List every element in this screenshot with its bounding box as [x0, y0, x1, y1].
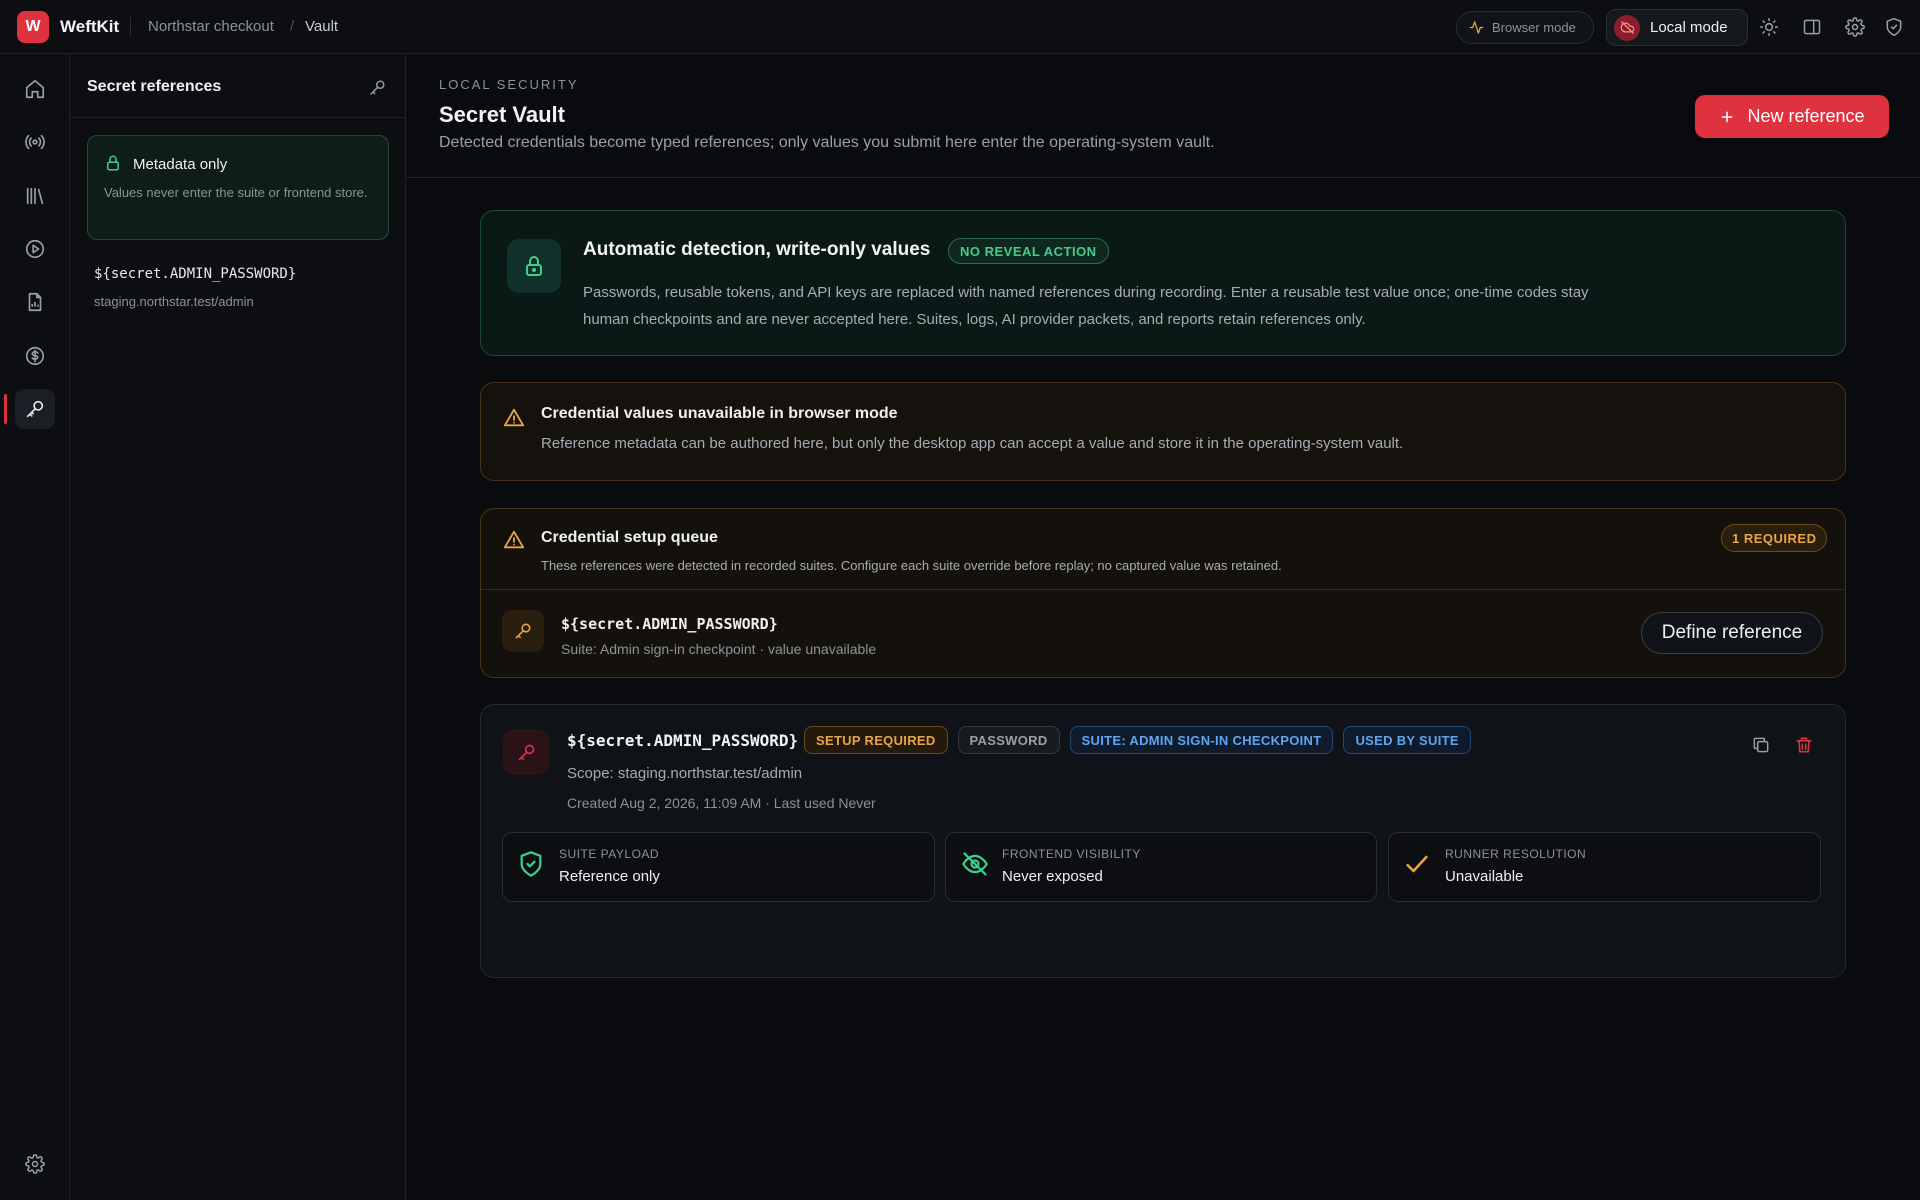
suite-payload-tile: SUITE PAYLOAD Reference only	[502, 832, 935, 902]
browser-mode-button[interactable]: Browser mode	[1456, 11, 1594, 44]
cloud-off-icon	[1614, 14, 1640, 41]
report-icon[interactable]	[15, 282, 55, 322]
warning-description: Reference metadata can be authored here,…	[541, 435, 1404, 452]
tile-label: FRONTEND VISIBILITY	[1002, 847, 1141, 861]
automatic-detection-description: Passwords, reusable tokens, and API keys…	[583, 284, 1589, 328]
warning-icon	[503, 407, 525, 429]
nav-rail	[0, 54, 70, 1200]
new-reference-button[interactable]: New reference	[1695, 95, 1889, 138]
secret-references-sidebar: Secret references Metadata only Values n…	[70, 54, 406, 1200]
warning-title: Credential values unavailable in browser…	[541, 405, 898, 422]
panel-icon[interactable]	[1802, 17, 1822, 37]
divider	[130, 17, 131, 37]
setup-required-badge: SETUP REQUIRED	[804, 726, 948, 754]
frontend-visibility-tile: FRONTEND VISIBILITY Never exposed	[945, 832, 1377, 902]
tile-value: Reference only	[559, 868, 660, 885]
no-reveal-badge: NO REVEAL ACTION	[948, 238, 1109, 264]
key-icon[interactable]	[15, 389, 55, 429]
key-icon	[503, 729, 549, 775]
key-icon[interactable]	[368, 78, 387, 97]
queue-title: Credential setup queue	[541, 529, 718, 546]
tile-value: Never exposed	[1002, 868, 1103, 885]
settings-icon[interactable]	[15, 1144, 55, 1184]
queue-header: Credential setup queue These references …	[481, 509, 1845, 590]
suite-badge: SUITE: ADMIN SIGN-IN CHECKPOINT	[1069, 726, 1334, 754]
copy-icon[interactable]	[1751, 735, 1771, 755]
active-indicator	[4, 394, 7, 424]
shield-check-icon	[517, 850, 545, 878]
used-by-suite-badge: USED BY SUITE	[1343, 726, 1471, 754]
automatic-detection-title: Automatic detection, write-only values	[583, 239, 931, 260]
local-mode-label: Local mode	[1650, 19, 1728, 36]
reference-name: ${secret.ADMIN_PASSWORD}	[567, 731, 799, 750]
app-logo[interactable]: W	[17, 11, 49, 43]
page-header: LOCAL SECURITY Secret Vault Detected cre…	[406, 54, 1920, 178]
broadcast-icon[interactable]	[15, 122, 55, 162]
type-badge: PASSWORD	[957, 726, 1060, 754]
library-icon[interactable]	[15, 176, 55, 216]
sun-icon[interactable]	[1759, 17, 1779, 37]
main-content: LOCAL SECURITY Secret Vault Detected cre…	[406, 54, 1920, 1200]
eye-off-icon	[960, 850, 990, 878]
new-reference-label: New reference	[1747, 106, 1865, 126]
tile-value: Unavailable	[1445, 868, 1524, 885]
check-icon	[1403, 850, 1431, 878]
reference-badges: SETUP REQUIRED PASSWORD SUITE: ADMIN SIG…	[804, 726, 1471, 754]
local-mode-button[interactable]: Local mode	[1606, 9, 1748, 46]
automatic-detection-card: Automatic detection, write-only values N…	[480, 210, 1846, 356]
queue-reference-meta: Suite: Admin sign-in checkpoint · value …	[561, 641, 877, 657]
app-name: WeftKit	[60, 17, 120, 36]
reference-card: ${secret.ADMIN_PASSWORD} SETUP REQUIRED …	[480, 704, 1846, 978]
page-title: Secret Vault	[439, 102, 565, 127]
reference-created: Created Aug 2, 2026, 11:09 AM · Last use…	[567, 795, 876, 811]
lock-icon	[104, 154, 122, 172]
metadata-only-title: Metadata only	[133, 156, 228, 173]
metadata-only-card: Metadata only Values never enter the sui…	[87, 135, 389, 240]
browser-mode-label: Browser mode	[1492, 20, 1576, 35]
plus-icon	[1719, 109, 1735, 125]
dollar-icon[interactable]	[15, 336, 55, 376]
credential-setup-queue: Credential setup queue These references …	[480, 508, 1846, 678]
metadata-only-description: Values never enter the suite or frontend…	[104, 185, 368, 200]
page-eyebrow: LOCAL SECURITY	[439, 77, 579, 92]
runner-resolution-tile: RUNNER RESOLUTION Unavailable	[1388, 832, 1821, 902]
queue-description: These references were detected in record…	[541, 558, 1282, 573]
breadcrumb-separator: /	[290, 18, 295, 35]
key-icon	[502, 610, 544, 652]
page-subtitle: Detected credentials become typed refere…	[439, 134, 1215, 151]
reference-scope: Scope: staging.northstar.test/admin	[567, 765, 803, 782]
gear-icon[interactable]	[1845, 17, 1865, 37]
activity-icon	[1469, 20, 1484, 35]
warning-icon	[503, 529, 525, 551]
breadcrumb-current: Vault	[305, 18, 339, 35]
sidebar-header: Secret references	[70, 54, 405, 118]
sidebar-reference-name[interactable]: ${secret.ADMIN_PASSWORD}	[94, 266, 296, 282]
home-icon[interactable]	[15, 69, 55, 109]
define-reference-button[interactable]: Define reference	[1641, 612, 1823, 654]
tile-label: SUITE PAYLOAD	[559, 847, 660, 861]
tile-label: RUNNER RESOLUTION	[1445, 847, 1587, 861]
queue-reference-name: ${secret.ADMIN_PASSWORD}	[561, 615, 778, 633]
lock-icon	[507, 239, 561, 293]
trash-icon[interactable]	[1794, 735, 1814, 755]
sidebar-title: Secret references	[87, 78, 222, 95]
required-count-badge: 1 REQUIRED	[1721, 524, 1828, 552]
shield-icon[interactable]	[1884, 17, 1904, 37]
browser-mode-warning: Credential values unavailable in browser…	[480, 382, 1846, 481]
top-bar: W WeftKit Northstar checkout / Vault Bro…	[0, 0, 1920, 54]
play-icon[interactable]	[15, 229, 55, 269]
breadcrumb-project[interactable]: Northstar checkout	[148, 18, 274, 35]
sidebar-reference-host: staging.northstar.test/admin	[94, 294, 254, 309]
